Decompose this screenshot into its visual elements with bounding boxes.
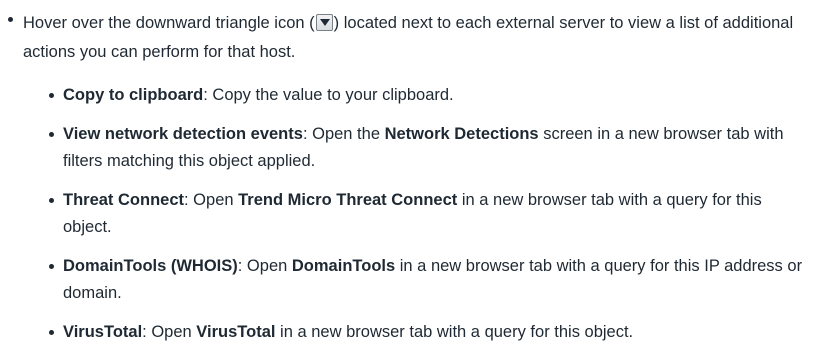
action-item-virustotal: VirusTotal: Open VirusTotal in a new bro… xyxy=(49,319,813,346)
action-target-name: DomainTools xyxy=(291,257,396,275)
action-label: Copy to clipboard xyxy=(63,86,204,104)
dropdown-triangle-icon xyxy=(315,14,333,31)
actions-list: Copy to clipboard: Copy the value to you… xyxy=(49,82,813,358)
intro-text-before-icon: Hover over the downward triangle icon ( xyxy=(23,14,315,32)
bullet-icon xyxy=(49,198,54,203)
action-description: DomainTools (WHOIS): Open DomainTools in… xyxy=(63,253,813,307)
action-description: View network detection events: Open the … xyxy=(63,121,813,175)
action-item-threat-connect: Threat Connect: Open Trend Micro Threat … xyxy=(49,187,813,241)
bullet-icon xyxy=(49,132,54,137)
bullet-icon xyxy=(49,264,54,269)
action-target-name: VirusTotal xyxy=(196,323,276,341)
action-target-name: Network Detections xyxy=(384,125,539,143)
action-description: VirusTotal: Open VirusTotal in a new bro… xyxy=(63,319,813,346)
action-item-view-network-detection-events: View network detection events: Open the … xyxy=(49,121,813,175)
bullet-icon xyxy=(49,330,54,335)
action-text: : Open xyxy=(184,191,239,209)
action-label: Threat Connect xyxy=(63,191,185,209)
action-item-copy-to-clipboard: Copy to clipboard: Copy the value to you… xyxy=(49,82,813,109)
intro-paragraph: Hover over the downward triangle icon ()… xyxy=(23,9,813,67)
action-label: View network detection events xyxy=(63,125,303,143)
bullet-icon xyxy=(49,93,54,98)
bullet-icon xyxy=(8,17,13,22)
action-text: in a new browser tab with a query for th… xyxy=(275,323,634,341)
help-document: Hover over the downward triangle icon ()… xyxy=(0,0,817,357)
action-item-domaintools-whois: DomainTools (WHOIS): Open DomainTools in… xyxy=(49,253,813,307)
action-description: Threat Connect: Open Trend Micro Threat … xyxy=(63,187,813,241)
action-text: : Open xyxy=(142,323,197,341)
action-label: DomainTools (WHOIS) xyxy=(63,257,238,275)
action-target-name: Trend Micro Threat Connect xyxy=(238,191,458,209)
action-text: : Copy the value to your clipboard. xyxy=(203,86,454,104)
action-text: : Open xyxy=(237,257,292,275)
action-text: : Open the xyxy=(302,125,385,143)
action-description: Copy to clipboard: Copy the value to you… xyxy=(63,82,813,109)
action-label: VirusTotal xyxy=(63,323,143,341)
